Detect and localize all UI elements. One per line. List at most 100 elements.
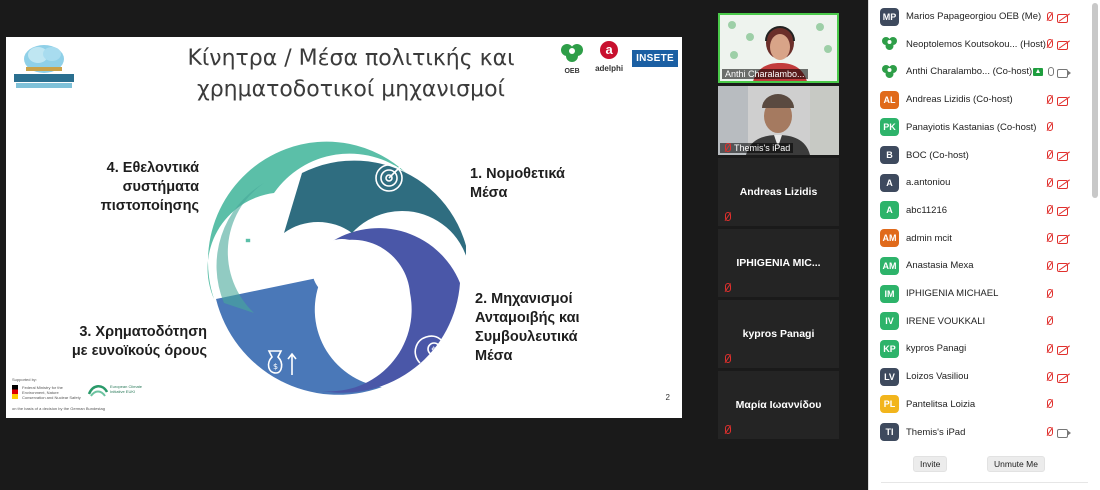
mic-muted-icon[interactable] <box>1045 427 1053 437</box>
participant-name: kypros Panagi <box>906 343 967 355</box>
camera-placeholder[interactable] <box>1057 122 1071 132</box>
german-flag-icon <box>12 385 18 399</box>
camera-off-icon[interactable] <box>1057 372 1071 383</box>
sponsor-footer: Supported by: Federal Ministry for the E… <box>12 377 143 411</box>
camera-off-icon[interactable] <box>1057 344 1071 355</box>
segment-3 <box>216 277 382 395</box>
video-tile-andreas[interactable]: Andreas Lizidis <box>718 158 839 226</box>
checklist-icon <box>237 237 267 268</box>
camera-off-icon[interactable] <box>1057 12 1071 23</box>
participant-row[interactable]: Anthi Charalambo... (Co-host) <box>869 58 1089 85</box>
mic-muted-icon[interactable] <box>1045 39 1053 49</box>
participant-name: Panayiotis Kastanias (Co-host) <box>906 121 1037 133</box>
participant-status-icons <box>1045 260 1071 272</box>
participant-status-icons <box>1045 177 1071 189</box>
participants-scrollbar[interactable] <box>1092 3 1098 198</box>
participant-name: Pantelitsa Loizia <box>906 398 976 410</box>
mic-on-icon[interactable] <box>1047 66 1054 77</box>
mic-muted-icon[interactable] <box>1045 177 1053 188</box>
avatar: IM <box>880 284 899 303</box>
shared-screen-area: Κίνητρα / Μέσα πολιτικής και χρηματοδοτι… <box>0 0 868 490</box>
participant-status-icons <box>1045 288 1071 299</box>
camera-off-icon[interactable] <box>1057 150 1071 161</box>
svg-text:$: $ <box>273 362 278 371</box>
participant-row[interactable]: AM Anastasia Mexa <box>869 252 1089 279</box>
video-tile-iphigenia[interactable]: IPHIGENIA MIC... <box>718 229 839 297</box>
video-tile-maria[interactable]: Μαρία Ιωαννίδου <box>718 371 839 439</box>
participant-row[interactable]: IV IRENE VOUKKALI <box>869 308 1089 335</box>
mic-muted-icon[interactable] <box>1045 11 1053 22</box>
mic-muted-icon <box>723 283 731 293</box>
participant-status-icons <box>1045 399 1071 409</box>
divider <box>881 482 1088 483</box>
participant-name: BOC (Co-host) <box>906 149 969 161</box>
mic-muted-icon <box>723 143 731 153</box>
unmute-me-button[interactable]: Unmute Me <box>987 456 1045 472</box>
participant-row[interactable]: KP kypros Panagi <box>869 335 1089 362</box>
mic-muted-icon[interactable] <box>1045 316 1053 326</box>
avatar: PL <box>880 395 899 414</box>
mic-muted-icon[interactable] <box>1045 150 1053 160</box>
participant-name: admin mcit <box>906 232 952 244</box>
participant-row[interactable]: MP Marios Papageorgiou OEB (Me) <box>869 3 1089 30</box>
camera-on-icon[interactable] <box>1057 67 1071 78</box>
invite-button[interactable]: Invite <box>913 456 948 472</box>
camera-off-icon[interactable] <box>1057 95 1071 106</box>
participant-status-icons <box>1045 233 1071 245</box>
oeb-avatar-icon <box>882 64 897 78</box>
mic-muted-icon[interactable] <box>1045 399 1053 409</box>
mic-muted-icon <box>723 212 731 222</box>
participant-row[interactable]: IM IPHIGENIA MICHAEL <box>869 280 1089 307</box>
avatar: AM <box>880 256 899 275</box>
video-tile-kypros[interactable]: kypros Panagi <box>718 300 839 368</box>
participant-status-icons <box>1045 316 1071 326</box>
camera-placeholder[interactable] <box>1057 316 1071 326</box>
participant-row[interactable]: Aa.antoniou <box>869 169 1089 196</box>
camera-off-icon[interactable] <box>1057 178 1071 189</box>
participant-name: Loizos Vasiliou <box>906 371 969 383</box>
mic-muted-icon[interactable] <box>1045 233 1053 243</box>
participant-row[interactable]: LV Loizos Vasiliou <box>869 363 1089 390</box>
participant-name: a.antoniou <box>906 177 951 189</box>
avatar: PK <box>880 118 899 137</box>
video-tile-anthi[interactable]: Anthi Charalambo... <box>718 13 839 83</box>
participant-row[interactable]: TI Themis's iPad <box>869 419 1089 446</box>
participants-panel: MP Marios Papageorgiou OEB (Me) Neoptolemo… <box>868 0 1100 490</box>
tile-caption: Themis's iPad <box>720 143 794 153</box>
camera-placeholder[interactable] <box>1057 399 1071 409</box>
euki-logo <box>87 385 109 397</box>
camera-off-icon[interactable] <box>1057 205 1071 217</box>
participant-row[interactable]: PK Panayiotis Kastanias (Co-host) <box>869 114 1089 141</box>
participant-row[interactable]: Aabc11216 <box>869 197 1089 224</box>
participant-row[interactable]: B BOC (Co-host) <box>869 142 1089 169</box>
camera-placeholder[interactable] <box>1057 289 1071 299</box>
avatar: LV <box>880 367 899 386</box>
participant-name: IPHIGENIA MICHAEL <box>906 288 999 299</box>
avatar: MP <box>880 7 899 26</box>
mic-muted-icon[interactable] <box>1045 122 1053 132</box>
mic-muted-icon[interactable] <box>1045 343 1053 354</box>
slide-title: Κίνητρα / Μέσα πολιτικής και χρηματοδοτι… <box>156 43 546 105</box>
camera-off-icon[interactable] <box>1057 261 1071 272</box>
participant-row[interactable]: AM admin mcit <box>869 225 1089 252</box>
mic-muted-icon[interactable] <box>1045 205 1053 215</box>
insete-logo: INSETE <box>632 49 678 67</box>
slide-number: 2 <box>665 393 670 402</box>
svg-text:$: $ <box>431 346 437 356</box>
participant-row[interactable]: Neoptolemos Koutsokou... (Host) <box>869 31 1089 58</box>
participant-row[interactable]: PL Pantelitsa Loizia <box>869 391 1089 418</box>
camera-off-icon[interactable] <box>1057 39 1071 51</box>
house-of-clouds-logo <box>14 45 74 88</box>
avatar: TI <box>880 423 899 441</box>
participant-row[interactable]: AL Andreas Lizidis (Co-host) <box>869 86 1089 113</box>
video-tile-themis[interactable]: Themis's iPad <box>718 86 839 155</box>
camera-off-icon[interactable] <box>1057 233 1071 245</box>
camera-on-icon[interactable] <box>1057 427 1071 438</box>
cycle-diagram: $ $ <box>207 141 466 395</box>
mic-muted-icon[interactable] <box>1045 260 1053 271</box>
avatar: AM <box>880 229 899 248</box>
mic-muted-icon[interactable] <box>1045 94 1053 105</box>
participant-name: abc11216 <box>906 204 948 216</box>
mic-muted-icon[interactable] <box>1045 288 1053 299</box>
mic-muted-icon[interactable] <box>1045 371 1053 382</box>
